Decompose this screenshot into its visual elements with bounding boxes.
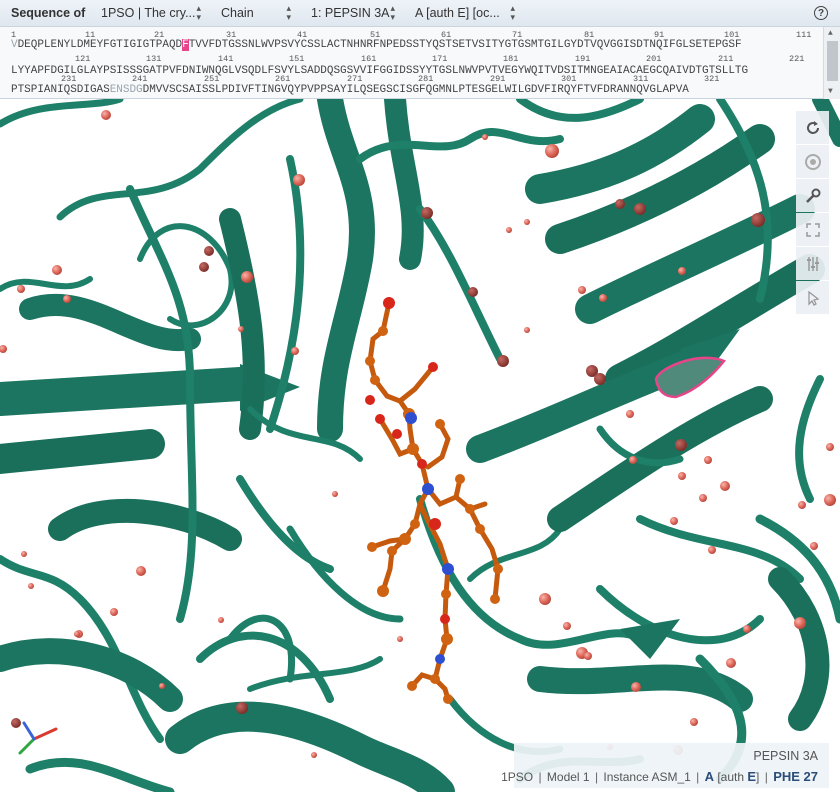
cursor-arrow-icon: [807, 290, 819, 306]
sequence-toolbar: Sequence of 1PSO | The cry... ▴ ▾ Chain ▴…: [0, 0, 840, 27]
residue-number: 161: [361, 54, 377, 64]
auth-suffix: ]: [756, 770, 760, 784]
molecule-name: PEPSIN 3A: [753, 749, 818, 763]
refresh-icon: [806, 120, 819, 134]
scrollbar-thumb[interactable]: [827, 41, 838, 81]
chain-id: A: [704, 769, 714, 784]
dropdown-icon: ▴ ▾: [510, 3, 515, 22]
auth-chain-id: E: [747, 769, 757, 784]
residue-run[interactable]: DMVVSCSAISSLPDIVFTINGVQYPVPPSAYILQSEGSCI…: [143, 84, 689, 96]
select-mode-button[interactable]: [796, 281, 829, 314]
scroll-up-icon[interactable]: ▲: [828, 29, 833, 38]
residue-number: 291: [490, 74, 506, 84]
residue-number: 241: [132, 74, 148, 84]
expand-icon: [805, 222, 820, 237]
highlight-info-panel: PEPSIN 3A 1PSO | Model 1 | Instance ASM_…: [501, 743, 829, 788]
auth-select[interactable]: A [auth E] [oc... ▴ ▾: [411, 3, 519, 23]
residue-number: 151: [289, 54, 305, 64]
sequence-row-3[interactable]: PTSPIANIQSDIGASENSDGDMVVSCSAISSLPDIVFTIN…: [11, 84, 689, 96]
residue-number: 121: [75, 54, 91, 64]
mode-select-value: Chain: [221, 6, 254, 20]
instance-label: Instance ASM_1: [603, 770, 691, 784]
residue-label: PHE 27: [773, 769, 818, 784]
entry-select-value: 1PSO | The cry...: [101, 6, 196, 20]
residue-number: 181: [503, 54, 519, 64]
reset-view-button[interactable]: [796, 111, 829, 144]
help-icon[interactable]: ?: [814, 6, 828, 20]
screenshot-button[interactable]: [796, 145, 829, 178]
residue-number: 311: [633, 74, 649, 84]
residue-run[interactable]: PTSPIANIQSDIGAS: [11, 84, 110, 96]
residue-number: 141: [218, 54, 234, 64]
residue-number: 281: [418, 74, 434, 84]
wrench-icon: [805, 188, 820, 203]
model-label: Model 1: [546, 770, 590, 784]
residue-number: 261: [275, 74, 291, 84]
residue-number: 251: [204, 74, 220, 84]
sliders-icon: [806, 256, 819, 271]
molecule-viewport[interactable]: [0, 99, 840, 792]
protein-structure-render[interactable]: [0, 99, 840, 792]
sequence-scrollbar[interactable]: ▲ ▼: [823, 27, 840, 99]
scroll-down-icon[interactable]: ▼: [828, 87, 833, 96]
entry-select[interactable]: 1PSO | The cry... ▴ ▾: [97, 3, 205, 23]
sequence-of-label: Sequence of: [11, 6, 86, 20]
residue-v1[interactable]: V: [11, 39, 18, 51]
residue-number: 301: [561, 74, 577, 84]
chain-select[interactable]: 1: PEPSIN 3A ▴ ▾: [307, 3, 399, 23]
residue-run[interactable]: TVVFDTGSSNLWVPSVYCSSLACTNHNRFNPEDSSTYQST…: [189, 39, 742, 51]
camera-aperture-icon: [804, 153, 821, 170]
entry-id: 1PSO: [501, 770, 534, 784]
residue-number: 231: [61, 74, 77, 84]
residue-number: 191: [575, 54, 591, 64]
residue-number: 201: [646, 54, 662, 64]
dropdown-icon: ▴ ▾: [196, 3, 201, 22]
location-info: 1PSO | Model 1 | Instance ASM_1 | A [aut…: [501, 769, 818, 784]
sequence-panel: 1 11 21 31 41 51 61 71 81 91 101 111 VDEQPLENYLDMEY…: [0, 27, 840, 99]
dropdown-icon: ▴ ▾: [390, 3, 395, 22]
protein-ribbon: [0, 99, 840, 792]
residue-number: 221: [789, 54, 805, 64]
controls-toggle-button[interactable]: [796, 247, 829, 280]
viewport-controls: [796, 111, 829, 315]
selected-residue[interactable]: F: [182, 39, 189, 51]
settings-button[interactable]: [796, 179, 829, 212]
residue-number: 211: [718, 54, 734, 64]
chain-select-value: 1: PEPSIN 3A: [311, 6, 390, 20]
mode-select[interactable]: Chain ▴ ▾: [217, 3, 295, 23]
residue-number: 111: [796, 30, 812, 40]
residue-number: 131: [146, 54, 162, 64]
sequence-row-1[interactable]: VDEQPLENYLDMEYFGTIGIGTPAQDFTVVFDTGSSNLWV…: [11, 39, 742, 51]
residue-number: 171: [432, 54, 448, 64]
auth-select-value: A [auth E] [oc...: [415, 6, 500, 20]
residue-number: 321: [704, 74, 720, 84]
residue-number: 271: [347, 74, 363, 84]
expand-button[interactable]: [796, 213, 829, 246]
residue-run[interactable]: DEQPLENYLDMEYFGTIGIGTPAQD: [18, 39, 183, 51]
auth-prefix: [auth: [717, 770, 745, 784]
axes-gizmo: [11, 718, 58, 755]
unmodeled-residues[interactable]: ENSDG: [110, 84, 143, 96]
dropdown-icon: ▴ ▾: [286, 3, 291, 22]
